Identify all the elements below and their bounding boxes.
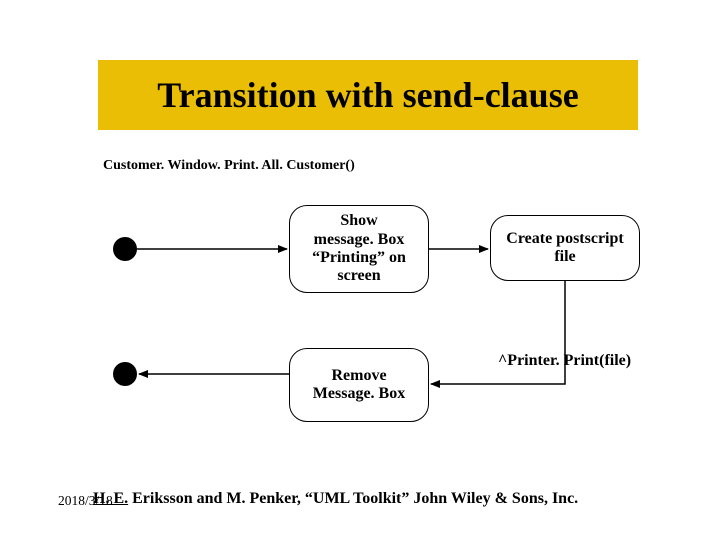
state-create-postscript-label: Create postscript file — [506, 230, 623, 267]
state-remove-messagebox-label: Remove Message. Box — [313, 367, 405, 404]
citation-footer: H. E. Eriksson and M. Penker, “UML Toolk… — [93, 490, 578, 508]
trigger-event-label: Customer. Window. Print. All. Customer() — [103, 158, 355, 174]
send-action-label: ^Printer. Print(file) — [498, 352, 631, 370]
initial-state-bottom — [113, 362, 137, 386]
state-show-messagebox: Show message. Box “Printing” on screen — [289, 205, 429, 293]
title-bar: Transition with send-clause — [98, 60, 638, 130]
state-create-postscript: Create postscript file — [490, 215, 640, 281]
state-remove-messagebox: Remove Message. Box — [289, 348, 429, 422]
state-show-messagebox-label: Show message. Box “Printing” on screen — [312, 212, 406, 286]
initial-state-top — [113, 237, 137, 261]
citation-rest: Eriksson and M. Penker, “UML Toolkit” Jo… — [128, 490, 578, 507]
slide: Transition with send-clause Customer. Wi… — [0, 0, 720, 540]
slide-title: Transition with send-clause — [157, 74, 578, 116]
citation-prefix: H. E. — [93, 490, 128, 507]
